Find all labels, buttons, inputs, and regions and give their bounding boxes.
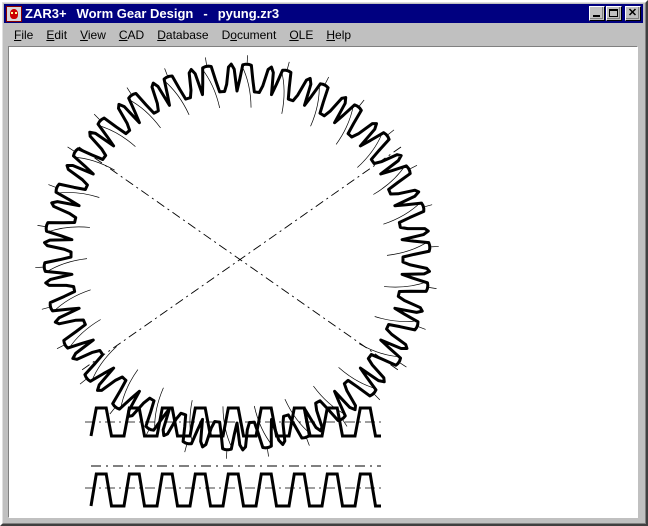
gear-tooth-helix-trace [47,227,90,233]
menu-item-database[interactable]: Database [151,26,215,44]
gear-tip-tick [94,114,100,120]
gear-tip-tick [127,88,131,95]
gear-tip-tick [267,449,268,457]
gear-tip-tick [418,327,425,330]
gear-tip-tick [374,394,380,400]
close-icon: ✕ [626,7,639,19]
gear-tooth-helix-trace [384,282,427,288]
menu-bar: File Edit View CAD Database Document OLE… [5,25,642,44]
gear-tip-tick [185,444,187,452]
app-icon-face [10,9,18,19]
app-icon-eye-left [11,12,13,14]
menu-item-cad[interactable]: CAD [113,26,151,44]
window-title: ZAR3+ Worm Gear Design-pyung.zr3 [25,4,588,23]
gear-tooth-helix-trace [121,370,138,410]
gear-tooth-helix-trace [242,65,252,108]
menu-item-edit[interactable]: Edit [40,26,74,44]
menu-item-ole[interactable]: OLE [283,26,320,44]
gear-tip-tick [165,68,168,75]
gear-tooth-helix-trace [336,104,353,144]
title-app-name: ZAR3+ [25,6,67,21]
gear-tip-tick [429,287,437,288]
gear-tip-tick [57,345,64,349]
application-window: ZAR3+ Worm Gear Design-pyung.zr3 ✕ File E… [0,0,648,526]
gear-tip-tick [359,100,364,106]
gear-tip-tick [37,225,45,226]
gear-tip-tick [205,57,206,65]
gear-tip-tick [287,62,289,70]
gear-tip-tick [424,205,432,207]
title-bar[interactable]: ZAR3+ Worm Gear Design-pyung.zr3 ✕ [4,4,643,23]
title-document-type: Worm Gear Design [77,6,194,21]
menu-item-view[interactable]: View [74,26,113,44]
maximize-button[interactable] [606,6,622,21]
gear-tip-tick [325,77,329,84]
menu-item-help[interactable]: Help [320,26,358,44]
menu-item-file[interactable]: File [8,26,40,44]
gear-tip-tick [110,408,115,414]
zar3-app-icon[interactable] [6,6,22,22]
title-file-name: pyung.zr3 [218,6,279,21]
worm-gear-cad-drawing [9,47,637,517]
maximize-icon [609,9,618,17]
gear-tip-tick [68,147,75,151]
window-controls: ✕ [588,6,641,21]
close-button[interactable]: ✕ [625,6,641,21]
menu-item-document[interactable]: Document [216,26,284,44]
gear-tip-tick [80,379,86,384]
cad-canvas[interactable] [8,46,638,518]
minimize-button[interactable] [589,6,605,21]
gear-tip-tick [388,130,394,135]
gear-tooth-helix-trace [281,70,284,114]
app-icon-eye-right [15,12,17,14]
minimize-icon [593,15,600,17]
gear-tip-tick [42,307,50,309]
gear-tip-tick [307,438,310,445]
worm-axial-section-lower [91,474,381,506]
gear-tip-tick [400,363,407,367]
gear-tip-tick [48,185,55,188]
gear-tip-tick [410,165,417,169]
gear-tip-tick [343,420,347,427]
title-dash: - [203,6,207,21]
